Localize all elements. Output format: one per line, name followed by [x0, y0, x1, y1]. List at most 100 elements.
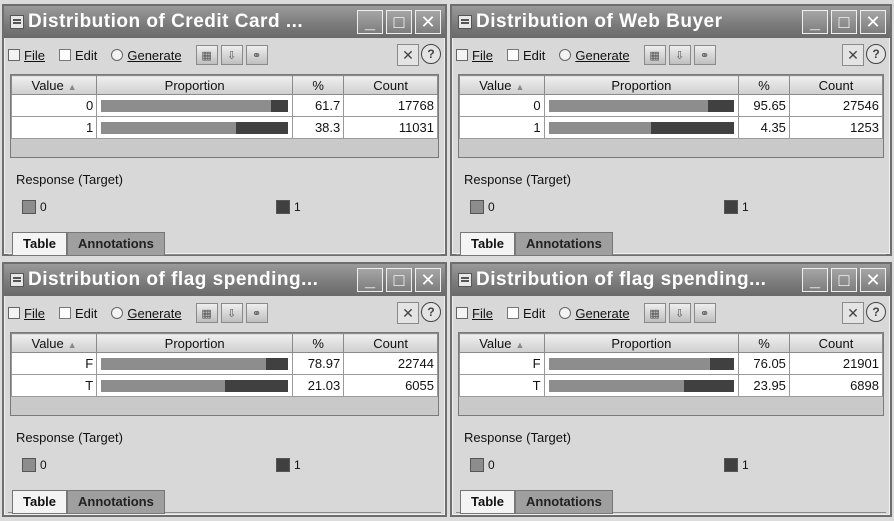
export-tool-icon[interactable]: ⇩ [220, 45, 243, 65]
close-panel-icon[interactable]: ✕ [842, 44, 864, 66]
edit-menu[interactable]: Edit [58, 306, 97, 321]
column-header-percent[interactable]: % [292, 75, 345, 95]
help-icon[interactable]: ? [421, 44, 441, 64]
generate-menu[interactable]: Generate [111, 48, 182, 63]
maximize-button[interactable]: □ [831, 268, 857, 292]
column-header-proportion[interactable]: Proportion [96, 75, 294, 95]
column-header-percent[interactable]: % [738, 75, 790, 95]
window-title: Distribution of flag spending... [476, 269, 767, 290]
tab-table[interactable]: Table [12, 490, 67, 514]
minimize-button[interactable]: _ [802, 268, 828, 292]
export-tool-icon[interactable]: ⇩ [668, 45, 691, 65]
cell-value: 0 [459, 94, 545, 117]
close-panel-icon[interactable]: ✕ [842, 302, 864, 324]
column-header-count[interactable]: Count [343, 333, 438, 353]
link-tool-icon[interactable]: ⚭ [693, 303, 716, 323]
sort-ascending-icon: ▲ [515, 81, 525, 92]
close-button[interactable]: ✕ [415, 10, 441, 34]
distribution-table: Value ▲ Proportion % Count 0 61.7 17768 1… [10, 74, 439, 158]
title-bar[interactable]: Distribution of Credit Card ... _ □ ✕ [4, 6, 445, 38]
column-header-value[interactable]: Value ▲ [10, 75, 98, 95]
table-row[interactable]: 1 38.3 11031 [10, 116, 438, 139]
cell-count: 6898 [788, 374, 884, 397]
link-tool-icon[interactable]: ⚭ [245, 45, 268, 65]
tab-annotations[interactable]: Annotations [515, 232, 613, 256]
maximize-button[interactable]: □ [386, 268, 412, 292]
edit-menu[interactable]: Edit [58, 48, 97, 63]
file-menu-label: File [472, 47, 493, 63]
proportion-bar [548, 121, 735, 134]
table-row[interactable]: T 23.95 6898 [459, 374, 884, 397]
edit-menu[interactable]: Edit [506, 48, 545, 63]
maximize-button[interactable]: □ [386, 10, 412, 34]
distribution-window-3: Distribution of flag spending... _ □ ✕ F… [2, 262, 447, 517]
generate-menu-label: Generate [575, 305, 630, 321]
file-menu[interactable]: File [456, 48, 493, 63]
column-header-percent[interactable]: % [292, 333, 345, 353]
legend-swatch-0 [470, 458, 484, 472]
column-header-value[interactable]: Value ▲ [459, 75, 545, 95]
cell-count: 22744 [343, 352, 438, 375]
chart-tool-icon[interactable]: ▦ [643, 45, 666, 65]
table-row[interactable]: 0 95.65 27546 [459, 94, 884, 117]
table-row[interactable]: 1 4.35 1253 [459, 116, 884, 139]
column-header-count[interactable]: Count [788, 333, 884, 353]
tab-annotations[interactable]: Annotations [67, 232, 165, 256]
export-tool-icon[interactable]: ⇩ [220, 303, 243, 323]
file-menu[interactable]: File [8, 48, 45, 63]
close-panel-icon[interactable]: ✕ [397, 302, 419, 324]
generate-menu[interactable]: Generate [111, 305, 182, 321]
tab-annotations[interactable]: Annotations [67, 490, 165, 514]
chart-tool-icon[interactable]: ▦ [643, 303, 666, 323]
chart-tool-icon[interactable]: ▦ [195, 303, 218, 323]
minimize-button[interactable]: _ [357, 10, 383, 34]
minimize-button[interactable]: _ [802, 10, 828, 34]
table-row[interactable]: 0 61.7 17768 [10, 94, 438, 117]
generate-menu-label: Generate [127, 305, 182, 321]
title-bar[interactable]: Distribution of flag spending... _ □ ✕ [4, 264, 445, 296]
proportion-bar [101, 379, 289, 392]
column-header-value[interactable]: Value ▲ [10, 333, 98, 353]
title-bar[interactable]: Distribution of flag spending... _ □ ✕ [452, 264, 890, 296]
tab-annotations[interactable]: Annotations [515, 490, 613, 514]
table-row[interactable]: F 78.97 22744 [10, 352, 438, 375]
close-panel-icon[interactable]: ✕ [397, 44, 419, 66]
link-tool-icon[interactable]: ⚭ [245, 303, 268, 323]
legend-swatch-1 [276, 458, 290, 472]
generate-menu-label: Generate [575, 47, 630, 63]
help-icon[interactable]: ? [866, 302, 886, 322]
tab-table[interactable]: Table [460, 232, 515, 256]
export-tool-icon[interactable]: ⇩ [668, 303, 691, 323]
help-icon[interactable]: ? [866, 44, 886, 64]
title-bar[interactable]: Distribution of Web Buyer _ □ ✕ [452, 6, 890, 38]
edit-menu-label: Edit [522, 305, 546, 321]
column-header-percent[interactable]: % [738, 333, 790, 353]
edit-icon [506, 307, 519, 319]
column-header-count[interactable]: Count [343, 75, 438, 95]
tab-table[interactable]: Table [460, 490, 515, 514]
tab-table[interactable]: Table [12, 232, 67, 256]
table-row[interactable]: T 21.03 6055 [10, 374, 438, 397]
edit-menu[interactable]: Edit [506, 305, 546, 321]
cell-count: 11031 [343, 116, 438, 139]
edit-icon [58, 49, 71, 61]
column-header-value[interactable]: Value ▲ [459, 333, 545, 353]
proportion-bar [548, 357, 735, 370]
table-row[interactable]: F 76.05 21901 [459, 352, 884, 375]
column-header-proportion[interactable]: Proportion [96, 333, 294, 353]
column-header-count[interactable]: Count [788, 75, 884, 95]
minimize-button[interactable]: _ [357, 268, 383, 292]
close-button[interactable]: ✕ [860, 10, 886, 34]
generate-menu[interactable]: Generate [559, 305, 630, 321]
file-menu[interactable]: File [456, 306, 493, 321]
close-button[interactable]: ✕ [415, 268, 441, 292]
maximize-button[interactable]: □ [831, 10, 857, 34]
link-tool-icon[interactable]: ⚭ [693, 45, 716, 65]
close-button[interactable]: ✕ [860, 268, 886, 292]
file-menu[interactable]: File [8, 306, 45, 321]
column-header-proportion[interactable]: Proportion [543, 75, 740, 95]
chart-tool-icon[interactable]: ▦ [195, 45, 218, 65]
column-header-proportion[interactable]: Proportion [543, 333, 740, 353]
help-icon[interactable]: ? [421, 302, 441, 322]
generate-menu[interactable]: Generate [559, 47, 630, 63]
